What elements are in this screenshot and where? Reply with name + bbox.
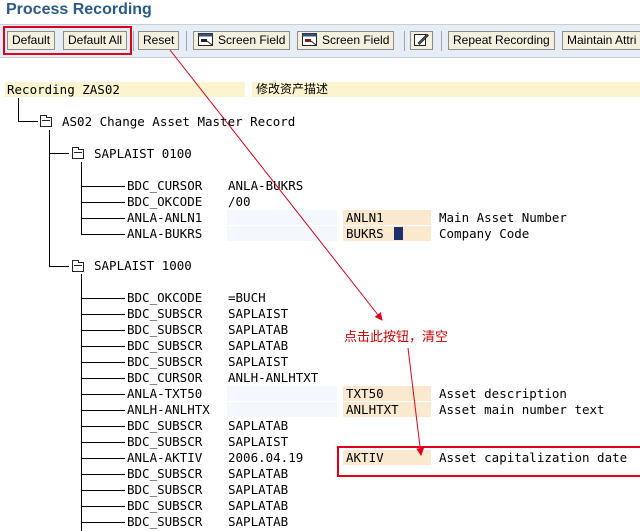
annotation-text: 点击此按钮，清空 <box>342 326 451 345</box>
annotation-arrow-to-field <box>407 347 425 456</box>
annotation-arrows <box>169 49 425 456</box>
annotation-arrow-to-text <box>169 49 383 321</box>
